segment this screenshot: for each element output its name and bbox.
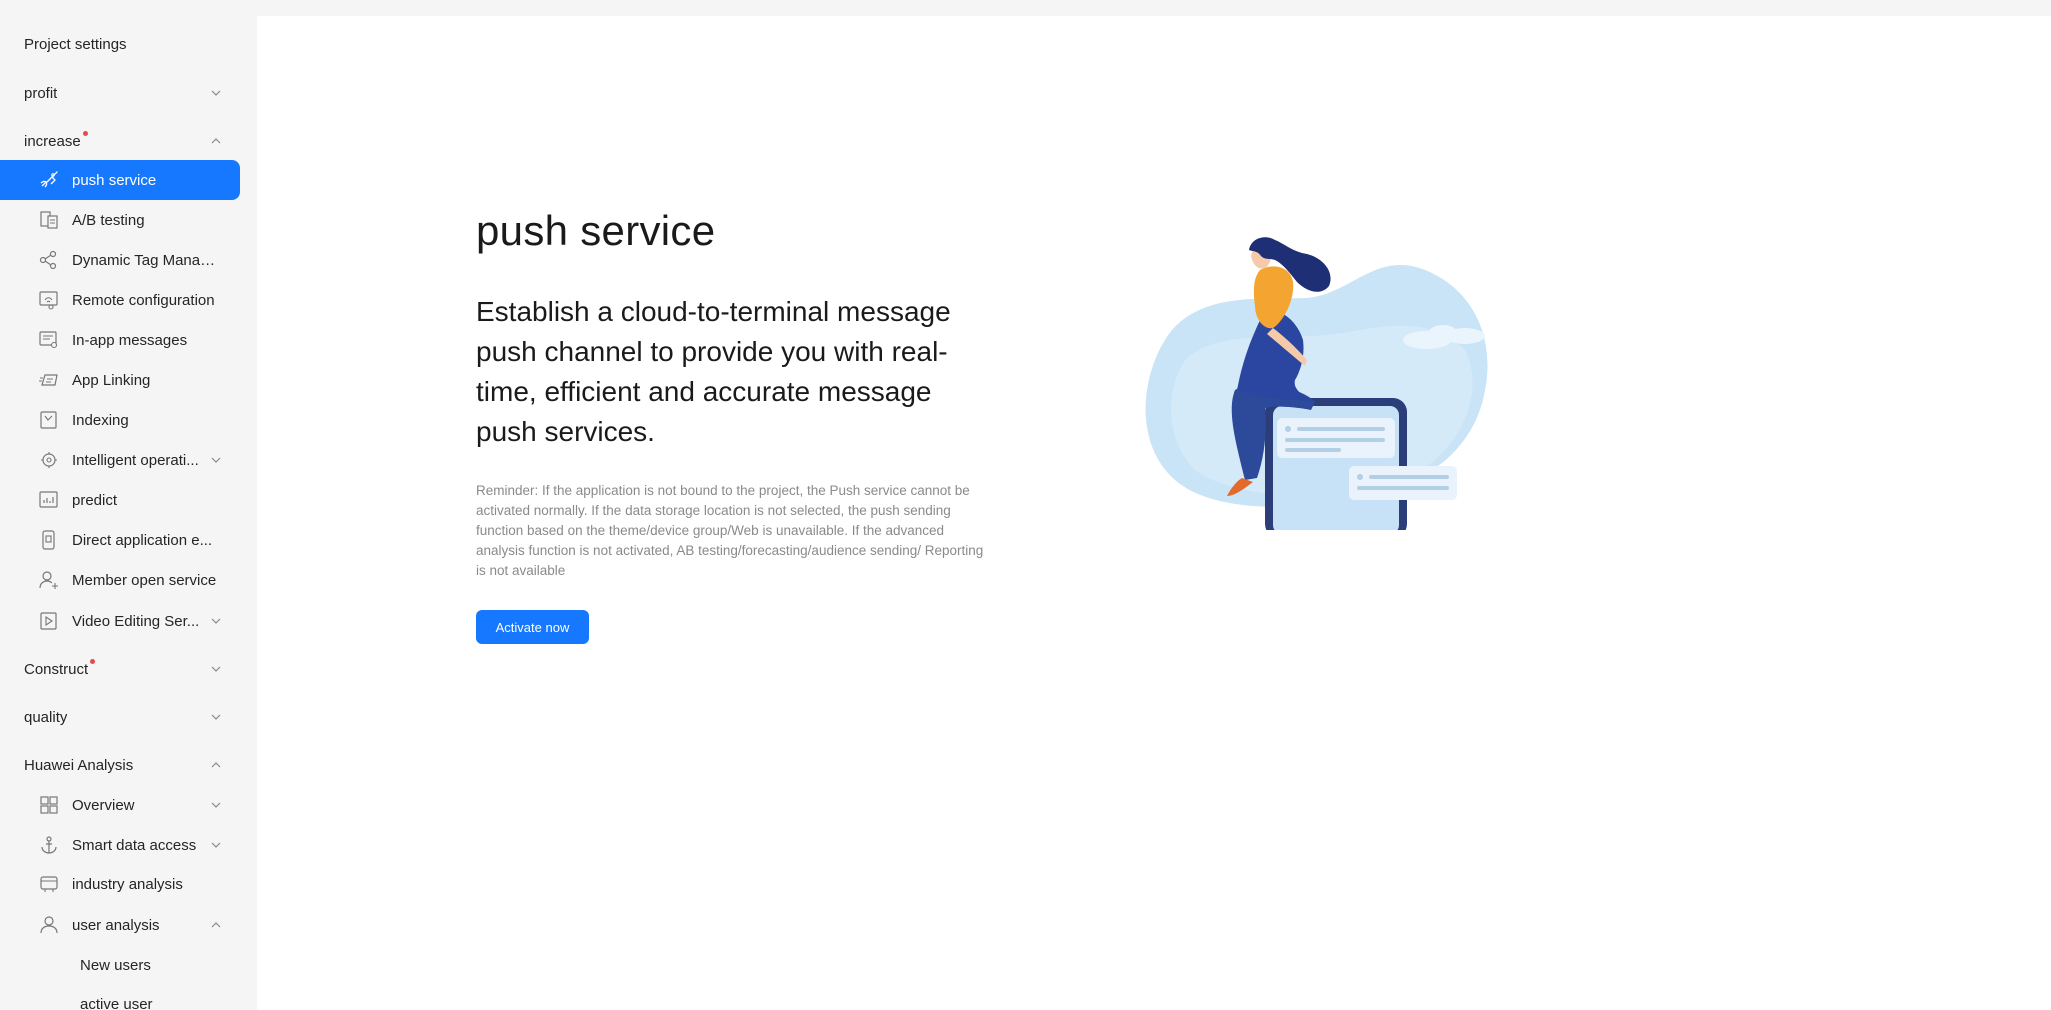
sidebar-item-project-settings[interactable]: Project settings (0, 24, 240, 64)
predict-icon (38, 490, 60, 510)
member-icon (38, 570, 60, 590)
sidebar-item-label: Overview (72, 796, 135, 814)
sidebar-item-direct-application[interactable]: Direct application e... (0, 520, 240, 560)
chevron-down-icon (210, 87, 222, 99)
sidebar-group-construct[interactable]: Construct (0, 649, 240, 689)
ab-testing-icon (38, 210, 60, 230)
sidebar-item-label: In-app messages (72, 331, 188, 349)
sidebar-item-label: Intelligent operati... (72, 451, 199, 469)
sidebar-item-label: Direct application e... (72, 531, 213, 549)
sidebar-item-label: A/B testing (72, 211, 145, 229)
sidebar-item-app-linking[interactable]: App Linking (0, 360, 240, 400)
sidebar-item-label: user analysis (72, 916, 160, 934)
sidebar-item-in-app-messages[interactable]: In-app messages (0, 320, 240, 360)
chevron-up-icon (210, 135, 222, 147)
sidebar-group-huawei-analysis[interactable]: Huawei Analysis (0, 745, 240, 785)
sidebar-item-push-service[interactable]: push service (0, 160, 240, 200)
sidebar-item-member-open-service[interactable]: Member open service (0, 560, 240, 600)
sidebar-item-smart-data-access[interactable]: Smart data access (0, 825, 240, 865)
notification-dot (90, 658, 96, 664)
direct-app-icon (38, 530, 60, 550)
sidebar-item-industry-analysis[interactable]: industry analysis (0, 864, 240, 904)
top-strip (257, 0, 2051, 16)
sidebar-item-intelligent-operations[interactable]: Intelligent operati... (0, 440, 240, 480)
sidebar: Project settings profit increase push se… (0, 0, 257, 1010)
rocket-icon (38, 170, 60, 190)
chevron-down-icon (210, 711, 222, 723)
grid-icon (38, 795, 60, 815)
sidebar-item-label: Member open service (72, 571, 217, 589)
sidebar-item-label: Construct (24, 660, 89, 678)
sidebar-item-label: predict (72, 491, 118, 509)
chevron-up-icon (210, 919, 222, 931)
sidebar-item-label: active user (80, 995, 153, 1010)
main-content: push service Establish a cloud-to-termin… (257, 16, 2051, 1010)
sidebar-item-predict[interactable]: predict (0, 480, 240, 520)
sidebar-item-overview[interactable]: Overview (0, 785, 240, 825)
sidebar-item-label: push service (72, 171, 157, 189)
sidebar-item-label: Remote configuration (72, 291, 215, 309)
sidebar-item-label: profit (24, 84, 58, 102)
sidebar-item-label: Project settings (24, 35, 127, 53)
video-edit-icon (38, 611, 60, 631)
sidebar-item-label: quality (24, 708, 68, 726)
sidebar-item-active-user[interactable]: active user (0, 984, 240, 1010)
chevron-down-icon (210, 663, 222, 675)
sidebar-item-label: Indexing (72, 411, 129, 429)
sidebar-item-label: Smart data access (72, 836, 197, 854)
chevron-down-icon (210, 799, 222, 811)
sidebar-item-new-users[interactable]: New users (0, 945, 240, 985)
sidebar-item-label: Huawei Analysis (24, 756, 134, 774)
activate-now-button[interactable]: Activate now (476, 610, 589, 644)
sidebar-item-user-analysis[interactable]: user analysis (0, 905, 240, 945)
app-window: Project settings profit increase push se… (0, 0, 2051, 1010)
sidebar-group-increase[interactable]: increase (0, 121, 240, 161)
in-app-message-icon (38, 330, 60, 350)
chevron-down-icon (210, 615, 222, 627)
chevron-up-icon (210, 759, 222, 771)
sidebar-item-label: New users (80, 956, 151, 974)
sidebar-item-label: Dynamic Tag Manag... (72, 251, 220, 269)
service-description: Establish a cloud-to-terminal message pu… (476, 296, 951, 447)
anchor-icon (38, 835, 60, 855)
sidebar-item-dynamic-tag-manager[interactable]: Dynamic Tag Manag... (0, 240, 240, 280)
sidebar-item-ab-testing[interactable]: A/B testing (0, 200, 240, 240)
chevron-down-icon (210, 454, 222, 466)
sidebar-item-label: Video Editing Ser... (72, 612, 200, 630)
sidebar-group-quality[interactable]: quality (0, 697, 240, 737)
sidebar-item-label: industry analysis (72, 875, 183, 893)
reminder-note: Reminder: If the application is not boun… (476, 483, 984, 578)
sidebar-item-video-editing-service[interactable]: Video Editing Ser... (0, 601, 240, 641)
notification-dot (82, 130, 88, 136)
industry-icon (38, 874, 60, 894)
sidebar-item-remote-configuration[interactable]: Remote configuration (0, 280, 240, 320)
page-title: push service (476, 207, 716, 254)
user-icon (38, 915, 60, 935)
intelligent-ops-icon (38, 450, 60, 470)
push-service-illustration (1125, 230, 1509, 538)
chevron-down-icon (210, 839, 222, 851)
indexing-icon (38, 410, 60, 430)
remote-config-icon (38, 290, 60, 310)
app-linking-icon (38, 370, 60, 390)
sidebar-group-profit[interactable]: profit (0, 73, 240, 113)
sidebar-item-label: increase (24, 132, 81, 150)
tag-network-icon (38, 250, 60, 270)
sidebar-item-label: App Linking (72, 371, 151, 389)
sidebar-item-indexing[interactable]: Indexing (0, 400, 240, 440)
